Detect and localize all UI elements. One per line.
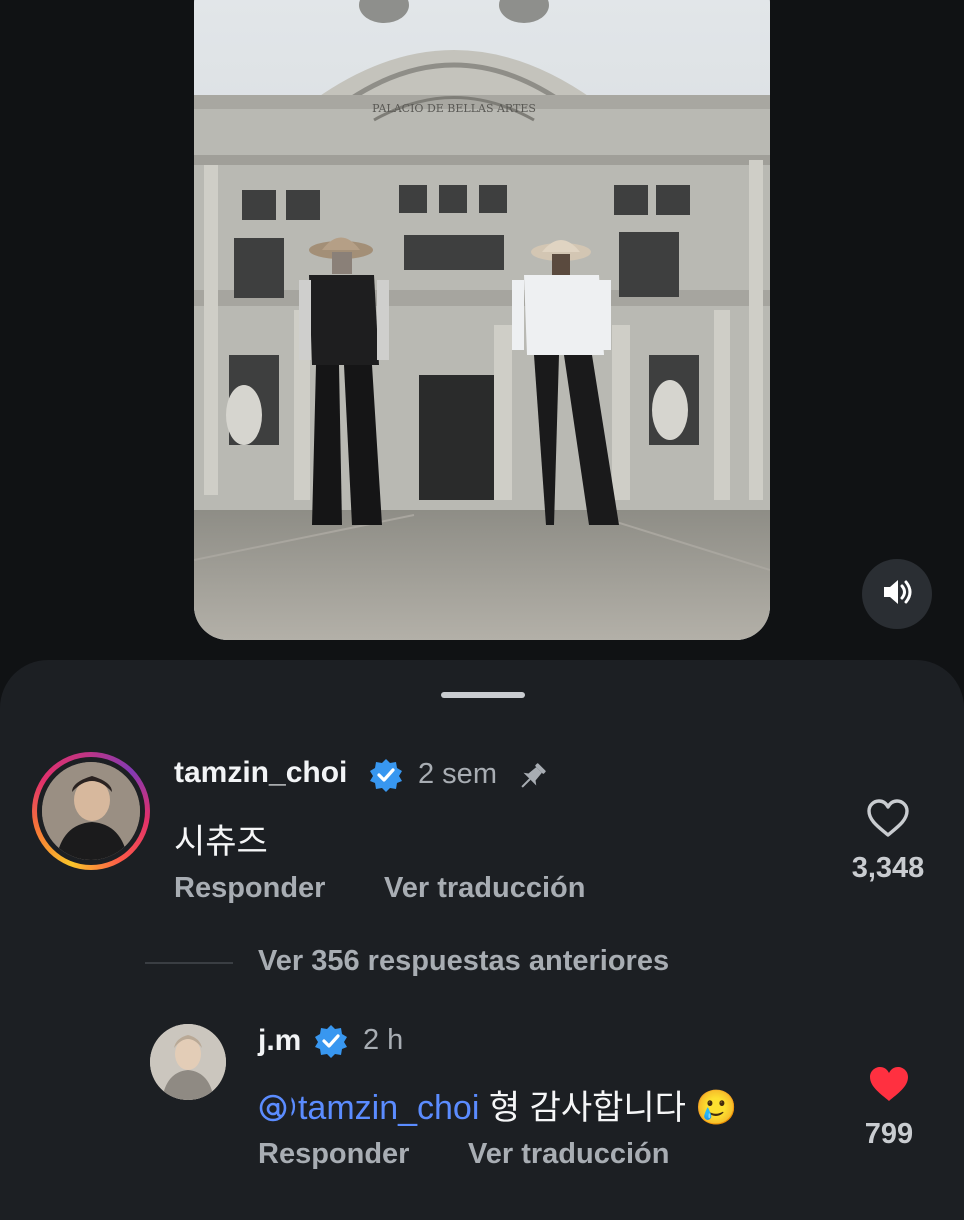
video-post[interactable]: PALACIO DE BELLAS ARTES	[194, 0, 770, 640]
reply-text: 형 감사합니다 🥲	[479, 1089, 738, 1127]
sound-toggle-button[interactable]	[862, 559, 932, 629]
verified-badge-icon	[369, 758, 403, 797]
video-frame: PALACIO DE BELLAS ARTES	[194, 0, 770, 640]
avatar	[42, 762, 140, 860]
like-count: 3,348	[851, 852, 925, 884]
comments-sheet	[0, 660, 964, 1220]
pin-icon	[515, 760, 549, 799]
comment-text: 시츄즈	[174, 823, 268, 861]
reply-reply-button[interactable]: Responder	[258, 1138, 409, 1171]
view-replies-button[interactable]: Ver 356 respuestas anteriores	[258, 945, 669, 978]
reply-like-count: 799	[864, 1118, 914, 1150]
heart-outline-icon[interactable]	[866, 798, 910, 843]
reply-button[interactable]: Responder	[174, 872, 325, 905]
heart-filled-icon[interactable]	[867, 1064, 911, 1109]
building-sign: PALACIO DE BELLAS ARTES	[372, 102, 536, 115]
translate-button[interactable]: Ver traducción	[384, 872, 585, 905]
speaker-on-icon	[880, 575, 914, 614]
reply-translate-button[interactable]: Ver traducción	[468, 1138, 669, 1171]
comment-timestamp: 2 sem	[418, 758, 497, 790]
reply-avatar[interactable]	[150, 1024, 226, 1100]
story-avatar-tamzin-choi[interactable]	[32, 752, 150, 870]
verified-badge-icon	[314, 1024, 348, 1063]
reply-text-row: @tamzin_choi 형 감사합니다 🥲	[258, 1080, 738, 1129]
replies-divider	[145, 962, 233, 964]
reply-username[interactable]: j.m	[258, 1024, 301, 1058]
reply-timestamp: 2 h	[363, 1024, 404, 1056]
comment-username[interactable]: tamzin_choi	[174, 756, 347, 790]
reply-mention-link[interactable]: @tamzin_choi	[291, 1089, 479, 1128]
sheet-drag-handle[interactable]	[441, 692, 525, 698]
